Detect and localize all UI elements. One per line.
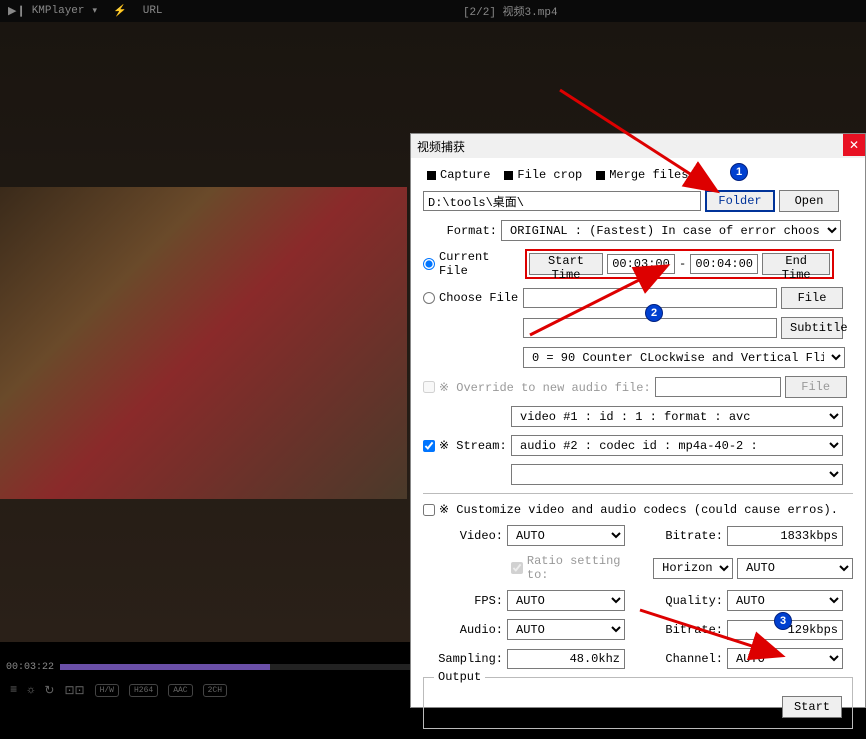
video-codec-select[interactable]: AUTO	[507, 525, 625, 546]
override-file-button: File	[785, 376, 847, 398]
titlebar: ▶❙ KMPlayer ▾ ⚡ URL [2/2] 视频3.mp4	[0, 0, 866, 22]
current-file-label: Current File	[439, 250, 521, 278]
codec-badge: H264	[129, 684, 158, 697]
seek-bar[interactable]	[60, 664, 410, 670]
app-logo-icon: ▶❙	[8, 4, 26, 18]
tabs-row: Capture File crop Merge files	[423, 168, 853, 182]
video-frame	[0, 187, 407, 499]
stream-label: ※ Stream:	[439, 438, 507, 453]
file-button[interactable]: File	[781, 287, 843, 309]
audio-label: Audio:	[423, 623, 503, 637]
customize-codecs-check[interactable]	[423, 504, 435, 516]
choose-file-radio[interactable]	[423, 292, 435, 304]
open-button[interactable]: Open	[779, 190, 839, 212]
annotation-3: 3	[774, 612, 792, 630]
file-title: [2/2] 视频3.mp4	[163, 3, 858, 19]
dialog-title: 视频捕获	[411, 134, 865, 158]
format-label: Format:	[423, 224, 497, 238]
current-file-radio[interactable]	[423, 258, 435, 270]
current-time: 00:03:22	[0, 662, 60, 673]
app-name: KMPlayer	[32, 5, 85, 17]
audio-badge: AAC	[168, 684, 192, 697]
channel-label: Channel:	[629, 652, 723, 666]
channel-select[interactable]: AUTO	[727, 648, 843, 669]
video-label: Video:	[423, 529, 503, 543]
start-button[interactable]: Start	[782, 696, 842, 718]
bolt-icon[interactable]: ⚡	[113, 4, 127, 18]
sampling-input[interactable]	[507, 649, 625, 669]
tab-filecrop[interactable]: File crop	[504, 168, 582, 182]
folder-button[interactable]: Folder	[705, 190, 775, 212]
dash-label: -	[679, 257, 686, 271]
channel-badge: 2CH	[203, 684, 227, 697]
quality-label: Quality:	[629, 594, 723, 608]
tab-merge[interactable]: Merge files	[596, 168, 688, 182]
format-select[interactable]: ORIGINAL : (Fastest) In case of error ch…	[501, 220, 841, 241]
audio-stream-select[interactable]: audio #2 : codec id : mp4a-40-2 :	[511, 435, 843, 456]
stream-check[interactable]	[423, 440, 435, 452]
ratio-label: Ratio setting to:	[527, 554, 649, 582]
start-time-input[interactable]	[607, 254, 675, 274]
tab-capture[interactable]: Capture	[427, 168, 490, 182]
end-time-button[interactable]: End Time	[762, 253, 830, 275]
video-bitrate-label: Bitrate:	[629, 529, 723, 543]
sampling-label: Sampling:	[423, 652, 503, 666]
override-audio-check	[423, 381, 435, 393]
video-bitrate-input[interactable]	[727, 526, 843, 546]
output-legend: Output	[434, 670, 485, 684]
rotate-select[interactable]: 0 = 90 Counter CLockwise and Vertical Fl…	[523, 347, 845, 368]
vr-icon[interactable]: ⊡⊡	[64, 683, 84, 698]
video-stream-select[interactable]: video #1 : id : 1 : format : avc	[511, 406, 843, 427]
ratio-select[interactable]: Horizontal	[653, 558, 733, 579]
annotation-2: 2	[645, 304, 663, 322]
extra-stream-select[interactable]	[511, 464, 843, 485]
choose-file-label: Choose File	[439, 291, 519, 305]
override-label: ※ Override to new audio file:	[439, 380, 651, 395]
audio-bitrate-label: Bitrate:	[629, 623, 723, 637]
path-input[interactable]	[423, 191, 701, 211]
output-fieldset: Output Start	[423, 677, 853, 729]
ratio-check	[511, 562, 523, 574]
chevron-down-icon[interactable]: ▾	[93, 6, 98, 16]
customize-label: ※ Customize video and audio codecs (coul…	[439, 502, 838, 517]
quality-select[interactable]: AUTO	[727, 590, 843, 611]
close-icon[interactable]: ✕	[843, 134, 865, 156]
audio-codec-select[interactable]: AUTO	[507, 619, 625, 640]
fps-select[interactable]: AUTO	[507, 590, 625, 611]
subtitle-button[interactable]: Subtitle	[781, 317, 843, 339]
annotation-1: 1	[730, 163, 748, 181]
video-capture-dialog: 视频捕获 ✕ Capture File crop Merge files Fol…	[410, 133, 866, 708]
start-time-button[interactable]: Start Time	[529, 253, 603, 275]
fps-label: FPS:	[423, 594, 503, 608]
menu-icon[interactable]: ≡	[10, 683, 17, 697]
override-audio-input	[655, 377, 781, 397]
hw-badge: H/W	[95, 684, 119, 697]
url-label[interactable]: URL	[143, 5, 163, 17]
time-range-box: Start Time - End Time	[525, 249, 834, 279]
repeat-icon[interactable]: ↻	[44, 683, 54, 698]
end-time-input[interactable]	[690, 254, 758, 274]
settings-icon[interactable]: ☼	[27, 683, 34, 697]
ratio-auto-select[interactable]: AUTO	[737, 558, 853, 579]
